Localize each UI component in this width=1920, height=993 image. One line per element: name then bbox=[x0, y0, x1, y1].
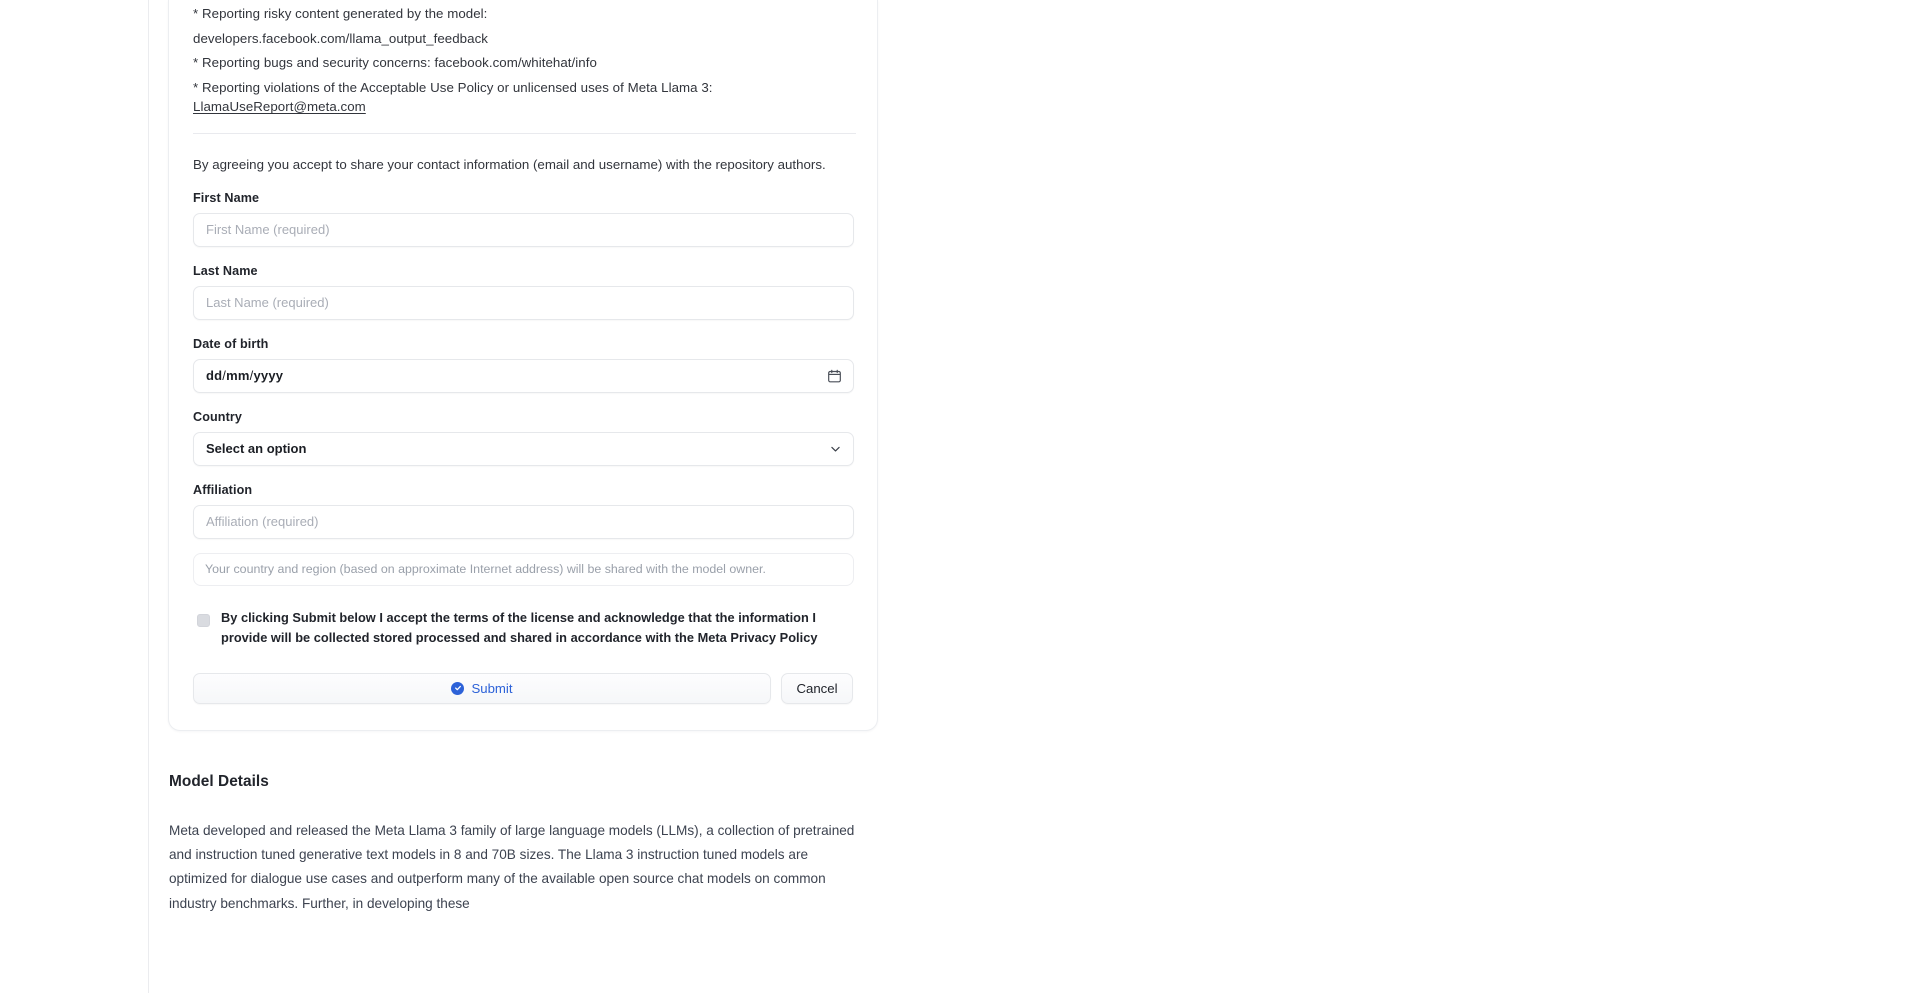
model-gating-card: * Reporting risky content generated by t… bbox=[168, 0, 878, 731]
check-circle-icon bbox=[451, 681, 465, 695]
country-select[interactable]: Select an option bbox=[193, 431, 854, 466]
policy-line-feedback-url: developers.facebook.com/llama_output_fee… bbox=[193, 30, 488, 46]
first-name-input-wrapper[interactable] bbox=[193, 212, 854, 247]
submit-button[interactable]: Submit bbox=[193, 672, 771, 704]
contact-sharing-note: By agreeing you accept to share your con… bbox=[193, 156, 826, 172]
main-content-column: * Reporting risky content generated by t… bbox=[168, 0, 880, 916]
date-of-birth-input[interactable]: dd/mm/yyyy bbox=[193, 358, 854, 393]
date-year-segment[interactable]: yyyy bbox=[253, 368, 283, 383]
policy-reporting-list: * Reporting risky content generated by t… bbox=[193, 4, 853, 117]
section-divider bbox=[193, 132, 856, 134]
chevron-down-icon[interactable] bbox=[829, 442, 842, 455]
date-day-segment[interactable]: dd bbox=[206, 368, 222, 383]
field-affiliation: Affiliation bbox=[193, 482, 854, 539]
first-name-label: First Name bbox=[193, 190, 260, 205]
model-details-paragraph: Meta developed and released the Meta Lla… bbox=[169, 822, 855, 911]
policy-line-risky-content: * Reporting risky content generated by t… bbox=[193, 6, 488, 21]
policy-line-violations: * Reporting violations of the Acceptable… bbox=[193, 78, 853, 117]
model-details-heading: Model Details bbox=[169, 772, 269, 790]
page-root: * Reporting risky content generated by t… bbox=[0, 0, 1920, 993]
geo-sharing-note: Your country and region (based on approx… bbox=[193, 552, 854, 586]
policy-violations-text: * Reporting violations of the Acceptable… bbox=[193, 79, 713, 95]
date-month-segment[interactable]: mm bbox=[226, 368, 250, 383]
field-last-name: Last Name bbox=[193, 263, 854, 320]
affiliation-label: Affiliation bbox=[193, 482, 253, 497]
first-name-input[interactable] bbox=[206, 213, 841, 246]
field-date-of-birth: Date of birth dd/mm/yyyy bbox=[193, 336, 854, 393]
date-of-birth-label: Date of birth bbox=[193, 336, 269, 351]
llama-use-report-email-link[interactable]: LlamaUseReport@meta.com bbox=[193, 99, 366, 114]
calendar-icon[interactable] bbox=[827, 368, 842, 383]
last-name-input-wrapper[interactable] bbox=[193, 285, 854, 320]
affiliation-input-wrapper[interactable] bbox=[193, 504, 854, 539]
form-actions: Submit Cancel bbox=[193, 672, 853, 704]
cancel-button[interactable]: Cancel bbox=[781, 672, 853, 704]
content-rail-divider bbox=[148, 0, 149, 993]
submit-button-label: Submit bbox=[471, 680, 513, 696]
country-selected-value: Select an option bbox=[206, 441, 307, 457]
field-first-name: First Name bbox=[193, 190, 854, 247]
policy-line-bugs-security: * Reporting bugs and security concerns: … bbox=[193, 55, 597, 71]
field-country: Country Select an option bbox=[193, 409, 854, 466]
date-of-birth-value[interactable]: dd/mm/yyyy bbox=[206, 368, 283, 383]
model-details-section: Model Details Meta developed and release… bbox=[168, 773, 880, 916]
last-name-label: Last Name bbox=[193, 263, 258, 278]
affiliation-input[interactable] bbox=[206, 505, 841, 538]
terms-checkbox-label[interactable]: By clicking Submit below I accept the te… bbox=[221, 608, 853, 649]
terms-checkbox-row[interactable]: By clicking Submit below I accept the te… bbox=[193, 608, 853, 649]
last-name-input[interactable] bbox=[206, 286, 841, 319]
terms-checkbox[interactable] bbox=[197, 613, 210, 627]
country-label: Country bbox=[193, 409, 242, 424]
